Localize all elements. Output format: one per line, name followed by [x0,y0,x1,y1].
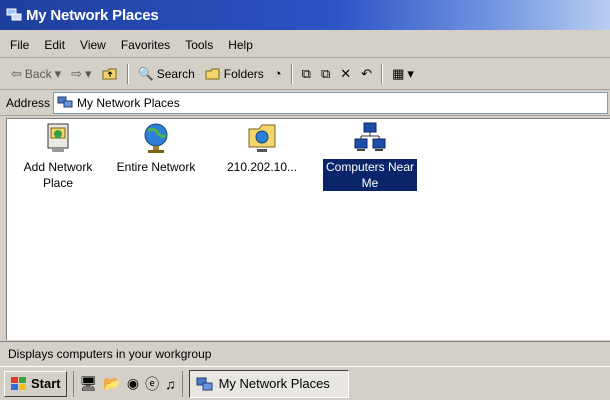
move-to-icon: ⧉ [301,66,311,81]
up-folder-icon [102,68,117,79]
quick-launch: 🖥 📂 ◉ ⓔ ♫ [72,370,183,397]
move-to-button[interactable]: ⧉ [299,63,314,85]
music-icon[interactable]: ♫ [165,376,176,392]
folders-button[interactable]: Folders [202,63,267,85]
address-value: My Network Places [77,95,180,110]
delete-icon: ✕ [340,66,352,81]
file-view[interactable]: Add Network Place Entire Network 210.202… [6,118,610,340]
menu-favorites[interactable]: Favorites [121,38,170,52]
start-label: Start [31,376,61,391]
network-folder-icon [248,124,276,152]
item-entire-network[interactable]: Entire Network [109,121,203,175]
show-desktop-icon[interactable]: 🖥 [80,375,98,392]
add-network-place-icon [47,123,69,152]
network-places-icon [196,377,213,390]
menu-view[interactable]: View [80,38,106,52]
views-icon: ▦ [392,66,405,81]
menu-help[interactable]: Help [228,38,253,52]
item-label: 210.202.10... [226,160,298,174]
item-label: Computers Near Me [323,159,417,191]
toolbar-separator [290,63,293,84]
taskbar: Start 🖥 📂 ◉ ⓔ ♫ My Network Places [0,366,610,400]
up-folder-button[interactable] [99,63,121,85]
history-button[interactable]: ◔ [271,63,285,85]
windows-logo-icon [11,376,26,390]
search-button[interactable]: 🔍 Search [135,63,198,85]
copy-to-icon: ⧉ [320,66,331,81]
window-title: My Network Places [26,6,159,24]
toolbar: ⇦ Back ▾ ⇨ ▾ 🔍 Search Folders ◔ ⧉ ⧉ ✕ ↶ [0,58,610,90]
item-label: Add Network Place [23,160,93,190]
computers-icon [354,122,386,151]
forward-button[interactable]: ⇨ ▾ [68,63,94,85]
media-player-icon[interactable]: ◉ [127,375,139,392]
taskbar-window-label: My Network Places [218,376,330,391]
item-network-share[interactable]: 210.202.10... [215,121,309,175]
dropdown-arrow-icon: ▾ [407,66,414,81]
internet-explorer-icon[interactable]: ⓔ [145,374,159,394]
search-icon: 🔍 [137,66,154,81]
network-places-icon [6,8,22,21]
back-button[interactable]: ⇦ Back ▾ [8,63,64,85]
back-label: Back [24,66,52,81]
folders-icon [205,68,220,79]
dropdown-arrow-icon: ▾ [85,66,92,81]
copy-to-button[interactable]: ⧉ [318,63,333,85]
toolbar-separator [381,63,384,84]
delete-button[interactable]: ✕ [337,63,354,85]
item-label: Entire Network [116,160,196,174]
search-label: Search [156,66,195,81]
undo-icon: ↶ [361,66,373,81]
menu-file[interactable]: File [10,38,29,52]
views-button[interactable]: ▦ ▾ [389,63,417,85]
address-label: Address [6,95,51,110]
undo-button[interactable]: ↶ [358,63,375,85]
address-bar: Address My Network Places [0,90,610,116]
item-add-network-place[interactable]: Add Network Place [11,121,105,191]
taskbar-window-button[interactable]: My Network Places [188,369,349,398]
dropdown-arrow-icon: ▾ [54,66,62,81]
start-button[interactable]: Start [4,370,67,397]
status-text: Displays computers in your workgroup [8,346,212,361]
globe-icon [144,123,168,153]
title-bar[interactable]: My Network Places [0,0,610,30]
folders-label: Folders [223,66,264,81]
back-arrow-icon: ⇦ [11,66,22,81]
explorer-icon[interactable]: 📂 [103,375,120,392]
toolbar-separator [126,63,129,84]
menu-bar: File Edit View Favorites Tools Help [0,32,610,58]
address-input[interactable]: My Network Places [53,91,608,114]
menu-tools[interactable]: Tools [185,38,213,52]
status-bar: Displays computers in your workgroup [0,341,610,365]
item-computers-near-me[interactable]: Computers Near Me [323,121,417,191]
menu-edit[interactable]: Edit [44,38,65,52]
network-places-icon [57,96,73,108]
forward-arrow-icon: ⇨ [71,66,83,81]
history-icon: ◔ [273,66,282,81]
